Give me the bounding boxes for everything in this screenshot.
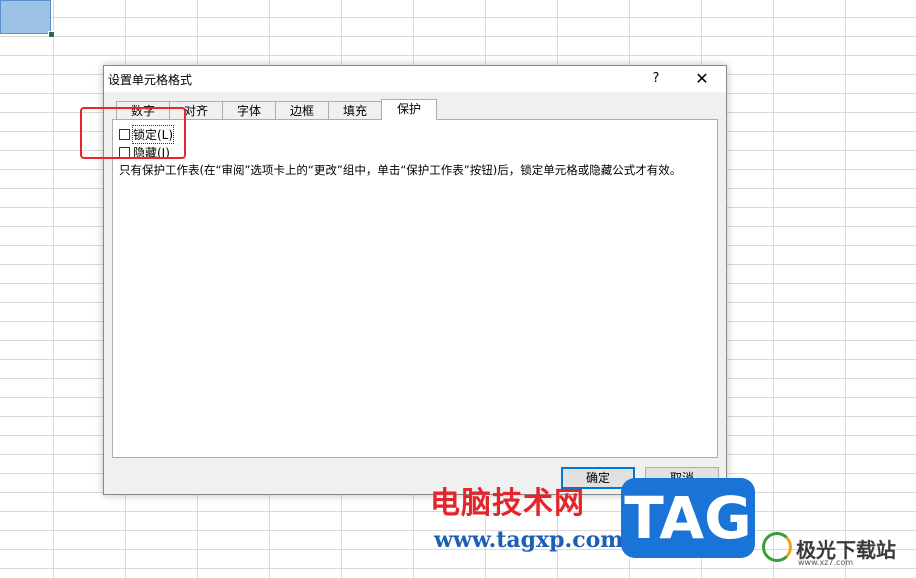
close-button[interactable]: ✕ xyxy=(688,69,716,89)
format-cells-dialog: 设置单元格格式 ? ✕ 数字 对齐 字体 边框 填充 保护 锁定(L) 隐藏(I… xyxy=(103,65,727,495)
tab-border[interactable]: 边框 xyxy=(275,101,329,119)
watermark-logo-url: www.xz7.com xyxy=(798,558,854,567)
selected-cell[interactable] xyxy=(0,0,51,34)
protection-description: 只有保护工作表(在“审阅”选项卡上的“更改”组中，单击“保护工作表”按钮)后，锁… xyxy=(119,163,682,177)
watermark-site-name: 电脑技术网 xyxy=(430,486,585,521)
tab-fill[interactable]: 填充 xyxy=(328,101,382,119)
tab-protection[interactable]: 保护 xyxy=(381,99,437,120)
aurora-logo-icon xyxy=(762,532,792,562)
fill-handle[interactable] xyxy=(48,31,55,38)
dialog-title: 设置单元格格式 xyxy=(108,73,193,87)
protection-panel: 锁定(L) 隐藏(I) 只有保护工作表(在“审阅”选项卡上的“更改”组中，单击“… xyxy=(112,119,718,458)
watermark-url: www.tagxp.com xyxy=(434,527,624,553)
annotation-highlight-box xyxy=(80,107,186,159)
help-button[interactable]: ? xyxy=(646,69,666,89)
watermark-tag-logo: TAG xyxy=(621,478,755,558)
watermark-download-logo: 极光下载站 www.xz7.com xyxy=(762,528,912,568)
tab-font[interactable]: 字体 xyxy=(222,101,276,119)
dialog-titlebar: 设置单元格格式 ? ✕ xyxy=(104,66,726,92)
